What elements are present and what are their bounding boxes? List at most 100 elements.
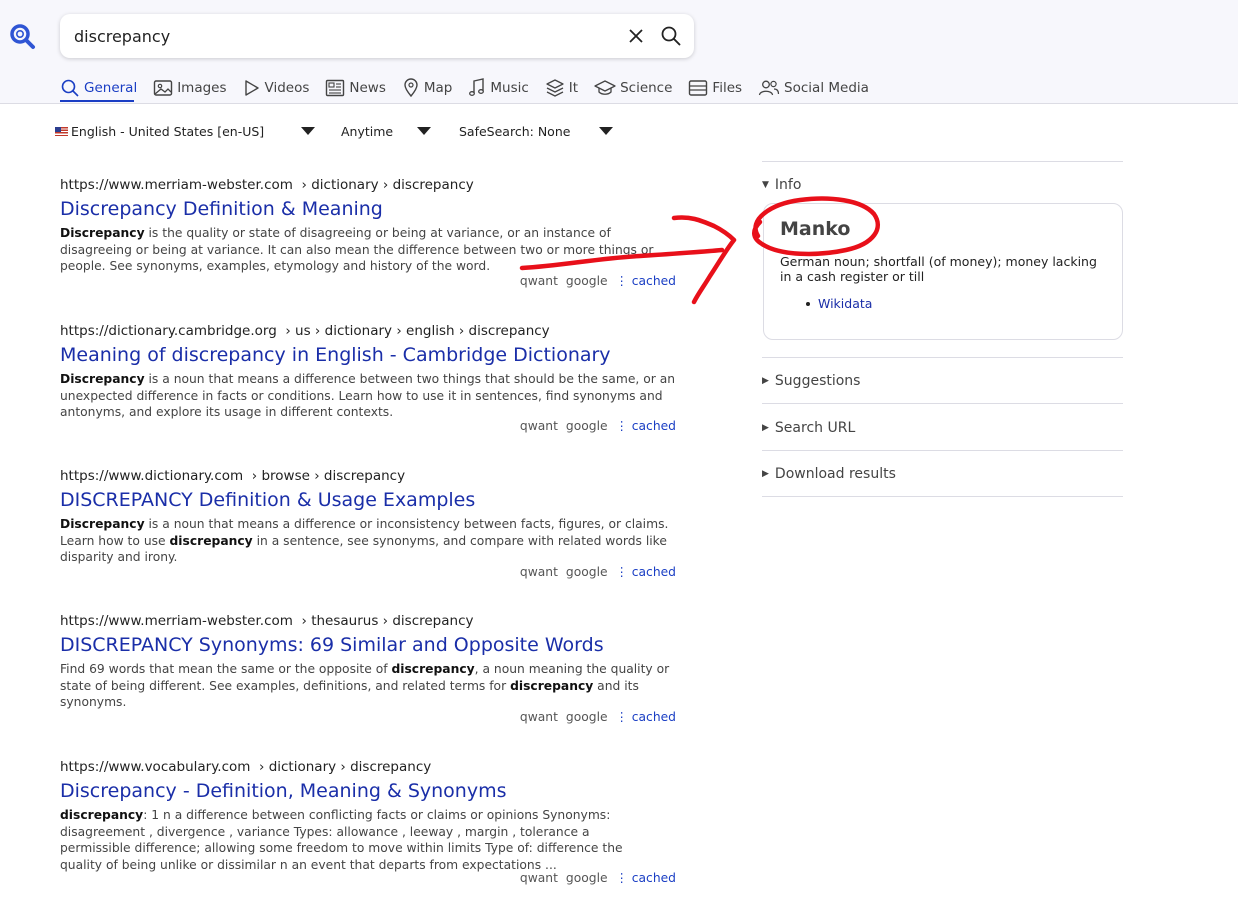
newspaper-icon <box>326 79 345 97</box>
engine-qwant[interactable]: qwant <box>520 565 558 579</box>
sidebar-divider <box>762 357 1123 358</box>
music-note-icon <box>469 78 485 96</box>
result-actions: qwant google ⋮ cached <box>520 710 676 724</box>
tab-science[interactable]: Science <box>594 76 672 100</box>
cached-link[interactable]: ⋮ cached <box>616 565 676 579</box>
cached-link[interactable]: ⋮ cached <box>616 871 676 885</box>
result-title-link[interactable]: Discrepancy - Definition, Meaning & Syno… <box>60 780 680 802</box>
language-select-value: English - United States [en-US] <box>71 123 265 139</box>
tab-map[interactable]: Map <box>402 76 453 100</box>
result-actions: qwant google ⋮ cached <box>520 419 676 433</box>
tab-images[interactable]: Images <box>153 76 227 100</box>
language-select[interactable]: English - United States [en-US] <box>55 124 325 139</box>
cached-link[interactable]: ⋮ cached <box>616 274 676 288</box>
tab-label: Music <box>490 80 529 96</box>
infobox-title: Manko <box>780 218 851 240</box>
safesearch-value: SafeSearch: None <box>459 123 571 139</box>
result-snippet: Discrepancy is a noun that means a diffe… <box>60 517 669 564</box>
sidebar-divider <box>762 403 1123 404</box>
result-actions: qwant google ⋮ cached <box>520 871 676 885</box>
triangle-down-icon: ▼ <box>762 180 769 190</box>
download-results-toggle[interactable]: ▶ Download results <box>762 466 1123 482</box>
play-icon <box>244 80 259 96</box>
result-url[interactable]: https://dictionary.cambridge.org › us › … <box>60 323 680 339</box>
tab-label: Images <box>177 80 227 96</box>
graduation-cap-icon <box>594 80 616 95</box>
chevron-down-icon <box>301 127 315 135</box>
search-result: https://www.dictionary.com › browse › di… <box>60 468 680 579</box>
search-url-toggle[interactable]: ▶ Search URL <box>762 420 1123 436</box>
cached-link[interactable]: ⋮ cached <box>616 419 676 433</box>
result-url[interactable]: https://www.merriam-webster.com › thesau… <box>60 613 680 629</box>
result-title-link[interactable]: DISCREPANCY Synonyms: 69 Similar and Opp… <box>60 634 680 656</box>
triangle-right-icon: ▶ <box>762 376 769 386</box>
result-actions: qwant google ⋮ cached <box>520 274 676 288</box>
engine-google[interactable]: google <box>566 565 608 579</box>
people-icon <box>758 80 780 96</box>
result-actions: qwant google ⋮ cached <box>520 565 676 579</box>
result-snippet: Discrepancy is the quality or state of d… <box>60 226 654 273</box>
result-title-link[interactable]: Discrepancy Definition & Meaning <box>60 198 680 220</box>
result-url[interactable]: https://www.merriam-webster.com › dictio… <box>60 177 680 193</box>
engine-google[interactable]: google <box>566 710 608 724</box>
tab-social-media[interactable]: Social Media <box>758 76 869 100</box>
info-toggle[interactable]: ▼ Info <box>762 177 1123 193</box>
result-url[interactable]: https://www.vocabulary.com › dictionary … <box>60 759 680 775</box>
tab-music[interactable]: Music <box>468 76 529 100</box>
engine-google[interactable]: google <box>566 871 608 885</box>
layers-icon <box>546 79 564 97</box>
search-result: https://www.merriam-webster.com › thesau… <box>60 613 680 724</box>
engine-google[interactable]: google <box>566 274 608 288</box>
searxng-logo-icon[interactable] <box>8 22 38 52</box>
chevron-down-icon <box>599 127 613 135</box>
tab-label: Map <box>423 80 453 96</box>
result-title-link[interactable]: Meaning of discrepancy in English - Camb… <box>60 344 680 366</box>
search-submit-icon[interactable] <box>660 25 682 47</box>
result-snippet: Discrepancy is a noun that means a diffe… <box>60 372 676 419</box>
safesearch-select[interactable]: SafeSearch: None <box>459 124 613 139</box>
search-input[interactable] <box>74 24 604 48</box>
result-title-link[interactable]: DISCREPANCY Definition & Usage Examples <box>60 489 680 511</box>
tab-label: Files <box>712 80 743 96</box>
tab-label: General <box>84 80 138 96</box>
result-url[interactable]: https://www.dictionary.com › browse › di… <box>60 468 680 484</box>
time-range-value: Anytime <box>341 123 394 139</box>
tab-general[interactable]: General <box>60 76 137 100</box>
search-result: https://www.vocabulary.com › dictionary … <box>60 759 680 885</box>
engine-qwant[interactable]: qwant <box>520 871 558 885</box>
wikidata-link[interactable]: Wikidata <box>818 296 872 311</box>
tab-label: Social Media <box>784 80 869 96</box>
cached-link[interactable]: ⋮ cached <box>616 710 676 724</box>
suggestions-toggle[interactable]: ▶ Suggestions <box>762 373 1123 389</box>
clear-search-icon[interactable] <box>626 26 646 46</box>
header-bar: General Images Videos News Map Music It <box>0 0 1238 104</box>
engine-google[interactable]: google <box>566 419 608 433</box>
result-snippet: discrepancy: 1 n a difference between co… <box>60 808 623 872</box>
sidebar-divider <box>762 496 1123 497</box>
map-pin-icon <box>404 78 418 98</box>
result-snippet: Find 69 words that mean the same or the … <box>60 662 670 709</box>
active-tab-indicator <box>60 100 134 102</box>
search-result: https://dictionary.cambridge.org › us › … <box>60 323 680 433</box>
infobox-description: German noun; shortfall (of money); money… <box>780 254 1097 284</box>
annotation-arrow-stroke <box>671 215 737 305</box>
triangle-right-icon: ▶ <box>762 469 769 479</box>
time-range-select[interactable]: Anytime <box>341 124 443 139</box>
search-result: https://www.merriam-webster.com › dictio… <box>60 177 680 288</box>
category-tabs: General Images Videos News Map Music It <box>60 76 885 102</box>
tab-label: Videos <box>264 80 310 96</box>
tab-label: It <box>568 80 579 96</box>
tab-it[interactable]: It <box>545 76 578 100</box>
tab-news[interactable]: News <box>325 76 386 100</box>
tab-label: News <box>349 80 386 96</box>
engine-qwant[interactable]: qwant <box>520 274 558 288</box>
chevron-down-icon <box>417 127 431 135</box>
tab-label: Science <box>620 80 673 96</box>
triangle-right-icon: ▶ <box>762 423 769 433</box>
search-filters: English - United States [en-US] Anytime … <box>55 120 613 142</box>
engine-qwant[interactable]: qwant <box>520 419 558 433</box>
tab-files[interactable]: Files <box>688 76 742 100</box>
engine-qwant[interactable]: qwant <box>520 710 558 724</box>
file-box-icon <box>689 80 708 96</box>
tab-videos[interactable]: Videos <box>243 76 310 100</box>
